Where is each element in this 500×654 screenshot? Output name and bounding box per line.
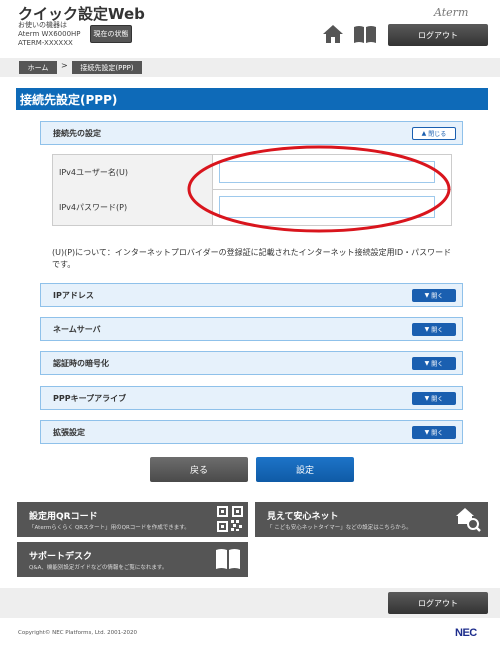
section-ip-address: IPアドレス ▼ 開く	[40, 283, 463, 307]
open-button-label: 開く	[431, 430, 444, 437]
apply-button[interactable]: 設定	[256, 457, 354, 482]
nec-logo: NEC	[455, 627, 477, 639]
section-open-button[interactable]: ▼ 開く	[412, 426, 456, 439]
manual-book-icon[interactable]	[353, 24, 377, 44]
section-auth-encryption: 認証時の暗号化 ▼ 開く	[40, 351, 463, 375]
section-connection-close-button[interactable]: ▲ 閉じる	[412, 127, 456, 140]
section-label: IPアドレス	[53, 291, 94, 300]
section-label: 認証時の暗号化	[53, 359, 109, 368]
book-icon	[216, 549, 240, 569]
device-model: Aterm WX6000HP	[18, 30, 81, 38]
chevron-down-icon: ▼	[424, 395, 430, 402]
open-button-label: 開く	[431, 327, 444, 334]
tile-description: 「 こども安心ネットタイマー」などの設定はこちらから。	[267, 525, 412, 531]
current-status-button[interactable]: 現在の状態	[90, 25, 132, 43]
section-open-button[interactable]: ▼ 開く	[412, 323, 456, 336]
logout-button-top[interactable]: ログアウト	[388, 24, 488, 46]
tile-description: Q&A、機能別設定ガイドなどの情報をご覧になれます。	[29, 565, 168, 571]
section-open-button[interactable]: ▼ 開く	[412, 289, 456, 302]
credentials-note: (U)(P)について：インターネットプロバイダーの登録証に記載されたインターネッ…	[52, 248, 452, 269]
home-search-icon	[456, 508, 481, 532]
safety-net-tile[interactable]: 見えて安心ネット 「 こども安心ネットタイマー」などの設定はこちらから。	[255, 502, 488, 537]
breadcrumb: ホーム > 接続先設定(PPP)	[0, 58, 500, 77]
section-label: PPPキープアライブ	[53, 394, 127, 403]
device-id: ATERM-XXXXXX	[18, 39, 73, 47]
section-connection-label: 接続先の設定	[53, 129, 101, 138]
chevron-up-icon: ▲	[421, 130, 427, 137]
highlight-oval	[187, 145, 451, 233]
qr-code-icon	[217, 506, 243, 532]
qr-code-tile[interactable]: 設定用QRコード 「Atermらくらく QRスタート」用のQRコードを作成できま…	[17, 502, 248, 537]
chevron-down-icon: ▼	[424, 326, 430, 333]
open-button-label: 開く	[431, 361, 444, 368]
chevron-down-icon: ▼	[424, 360, 430, 367]
device-info: お使いの機器は Aterm WX6000HP ATERM-XXXXXX	[18, 21, 81, 48]
tile-description: 「Atermらくらく QRスタート」用のQRコードを作成できます。	[29, 525, 190, 531]
section-open-button[interactable]: ▼ 開く	[412, 392, 456, 405]
section-label: ネームサーバ	[53, 325, 101, 334]
chevron-down-icon: ▼	[424, 292, 430, 299]
chevron-down-icon: ▼	[424, 429, 430, 436]
close-button-label: 閉じる	[428, 131, 447, 138]
section-ppp-keepalive: PPPキープアライブ ▼ 開く	[40, 386, 463, 410]
copyright-text: Copyright© NEC Platforms, Ltd. 2001-2020	[18, 630, 138, 636]
open-button-label: 開く	[431, 293, 444, 300]
tile-title: サポートデスク	[29, 552, 93, 562]
support-desk-tile[interactable]: サポートデスク Q&A、機能別設定ガイドなどの情報をご覧になれます。	[17, 542, 248, 577]
device-label: お使いの機器は	[18, 21, 67, 29]
open-button-label: 開く	[431, 396, 444, 403]
tile-title: 設定用QRコード	[29, 512, 98, 522]
logout-button-bottom[interactable]: ログアウト	[388, 592, 488, 614]
aterm-logo: Aterm	[434, 6, 469, 19]
section-extended: 拡張設定 ▼ 開く	[40, 420, 463, 444]
home-icon[interactable]	[322, 23, 344, 45]
back-button[interactable]: 戻る	[150, 457, 248, 482]
header: クイック設定Web お使いの機器は Aterm WX6000HP ATERM-X…	[0, 0, 500, 52]
page-title: 接続先設定(PPP)	[16, 88, 488, 110]
section-name-server: ネームサーバ ▼ 開く	[40, 317, 463, 341]
section-connection: 接続先の設定 ▲ 閉じる	[40, 121, 463, 145]
section-open-button[interactable]: ▼ 開く	[412, 357, 456, 370]
breadcrumb-current: 接続先設定(PPP)	[72, 61, 142, 74]
breadcrumb-home[interactable]: ホーム	[19, 61, 57, 74]
breadcrumb-separator: >	[61, 61, 68, 70]
section-label: 拡張設定	[53, 428, 85, 437]
tile-title: 見えて安心ネット	[267, 512, 339, 522]
footer-bar: ログアウト	[0, 588, 500, 618]
